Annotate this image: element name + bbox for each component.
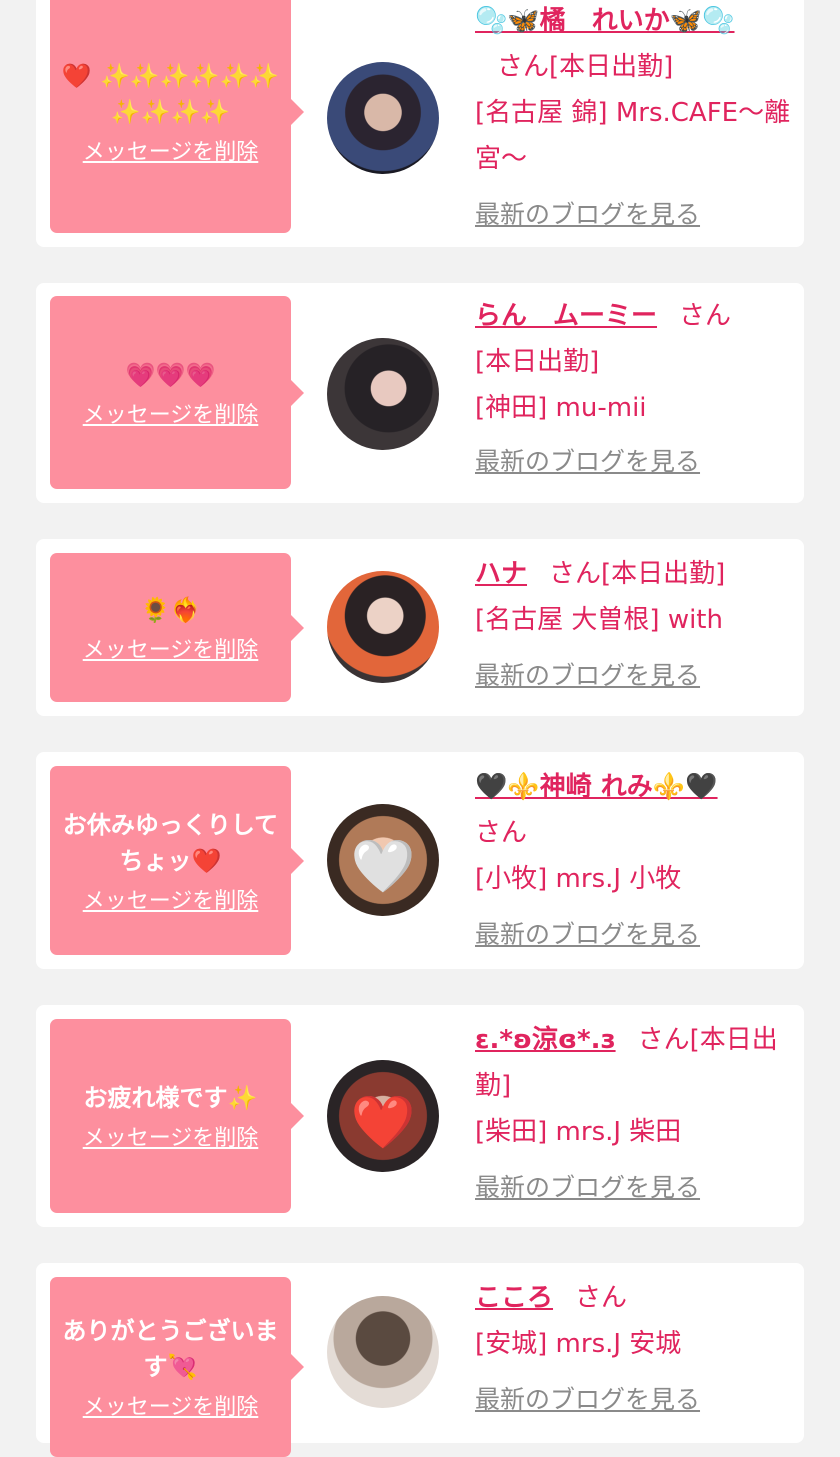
delete-message-link[interactable]: メッセージを削除 (83, 134, 259, 166)
sender-info: 🫧🦋橘 れいか🦋🫧 さん[本日出勤] [名古屋 錦] Mrs.CAFE〜離宮〜 … (475, 0, 795, 238)
shop-name: [名古屋 大曽根] with (475, 605, 723, 635)
honorific: さん (475, 818, 528, 848)
honorific: さん (497, 52, 550, 82)
avatar[interactable] (327, 571, 439, 683)
sender-info: 🖤⚜️神崎 れみ⚜️🖤 さん [小牧] mrs.J 小牧 最新のブログを見る (475, 764, 795, 958)
sender-info: ハナ さん[本日出勤] [名古屋 大曽根] with 最新のブログを見る (475, 551, 795, 699)
message-text: 💗💗💗 (125, 360, 216, 389)
message-bubble: 🌻❤️‍🔥 メッセージを削除 (50, 553, 304, 702)
shop-name: [名古屋 錦] Mrs.CAFE〜離宮〜 (475, 98, 791, 174)
message-text: 🌻❤️‍🔥 (140, 595, 201, 624)
sender-name-link[interactable]: ε.*ʚ涼ɞ*.з (475, 1025, 616, 1055)
message-card: お休みゆっくりしてちょッ❤️ メッセージを削除 🤍 🖤⚜️神崎 れみ⚜️🖤 さん… (36, 752, 804, 969)
work-status: [本日出勤] (601, 559, 726, 589)
message-card: お疲れ様です✨ メッセージを削除 ❤️ ε.*ʚ涼ɞ*.з さん[本日出勤] [柴… (36, 1005, 804, 1227)
delete-message-link[interactable]: メッセージを削除 (83, 1120, 259, 1152)
message-text: お疲れ様です✨ (83, 1084, 258, 1112)
latest-blog-link[interactable]: 最新のブログを見る (475, 192, 700, 238)
message-text: ❤️ ✨✨✨✨✨✨ ✨✨✨✨ (61, 61, 280, 126)
sender-info: こころ さん [安城] mrs.J 安城 最新のブログを見る (475, 1275, 795, 1423)
shop-name: [神田] mu-mii (475, 393, 647, 423)
sender-name-link[interactable]: 🖤⚜️神崎 れみ⚜️🖤 (475, 772, 718, 802)
delete-message-link[interactable]: メッセージを削除 (83, 883, 259, 915)
avatar[interactable] (327, 1296, 439, 1408)
message-card: 🌻❤️‍🔥 メッセージを削除 ハナ さん[本日出勤] [名古屋 大曽根] with… (36, 539, 804, 716)
work-status: [本日出勤] (549, 52, 674, 82)
shop-name: [小牧] mrs.J 小牧 (475, 864, 682, 894)
message-bubble: ありがとうございます💘 メッセージを削除 (50, 1277, 304, 1457)
delete-message-link[interactable]: メッセージを削除 (83, 1389, 259, 1421)
sender-name-link[interactable]: 🫧🦋橘 れいか🦋🫧 (475, 6, 735, 36)
shop-name: [安城] mrs.J 安城 (475, 1329, 682, 1359)
avatar[interactable] (327, 62, 439, 174)
avatar[interactable]: ❤️ (327, 1060, 439, 1172)
latest-blog-link[interactable]: 最新のブログを見る (475, 912, 700, 958)
message-card: ❤️ ✨✨✨✨✨✨ ✨✨✨✨ メッセージを削除 🫧🦋橘 れいか🦋🫧 さん[本日出… (36, 0, 804, 247)
latest-blog-link[interactable]: 最新のブログを見る (475, 653, 700, 699)
sender-name-link[interactable]: らん ムーミー (475, 301, 657, 331)
message-bubble: お休みゆっくりしてちょッ❤️ メッセージを削除 (50, 766, 304, 955)
sender-name-link[interactable]: ハナ (475, 559, 527, 589)
message-text: ありがとうございます💘 (62, 1317, 279, 1381)
honorific: さん (637, 1025, 690, 1055)
heart-sticker-icon: ❤️ (350, 1092, 416, 1153)
message-text: お休みゆっくりしてちょッ❤️ (62, 810, 279, 875)
delete-message-link[interactable]: メッセージを削除 (83, 632, 259, 664)
message-card: 💗💗💗 メッセージを削除 らん ムーミー さん [本日出勤] [神田] mu-mi… (36, 283, 804, 503)
avatar[interactable]: 🤍 (327, 804, 439, 916)
sender-info: ε.*ʚ涼ɞ*.з さん[本日出勤] [柴田] mrs.J 柴田 最新のブログを見… (475, 1017, 795, 1211)
honorific: さん (575, 1283, 628, 1313)
sender-info: らん ムーミー さん [本日出勤] [神田] mu-mii 最新のブログを見る (475, 293, 795, 485)
message-bubble: ❤️ ✨✨✨✨✨✨ ✨✨✨✨ メッセージを削除 (50, 0, 304, 233)
latest-blog-link[interactable]: 最新のブログを見る (475, 439, 700, 485)
message-bubble: お疲れ様です✨ メッセージを削除 (50, 1019, 304, 1213)
work-status: [本日出勤] (475, 347, 600, 377)
honorific: さん (679, 301, 732, 331)
latest-blog-link[interactable]: 最新のブログを見る (475, 1377, 700, 1423)
latest-blog-link[interactable]: 最新のブログを見る (475, 1165, 700, 1211)
message-bubble: 💗💗💗 メッセージを削除 (50, 296, 304, 489)
honorific: さん (549, 559, 602, 589)
avatar[interactable] (327, 338, 439, 450)
delete-message-link[interactable]: メッセージを削除 (83, 397, 259, 429)
shop-name: [柴田] mrs.J 柴田 (475, 1117, 682, 1147)
heart-sticker-icon: 🤍 (350, 836, 416, 897)
sender-name-link[interactable]: こころ (475, 1283, 553, 1313)
message-card: ありがとうございます💘 メッセージを削除 こころ さん [安城] mrs.J 安城… (36, 1263, 804, 1457)
